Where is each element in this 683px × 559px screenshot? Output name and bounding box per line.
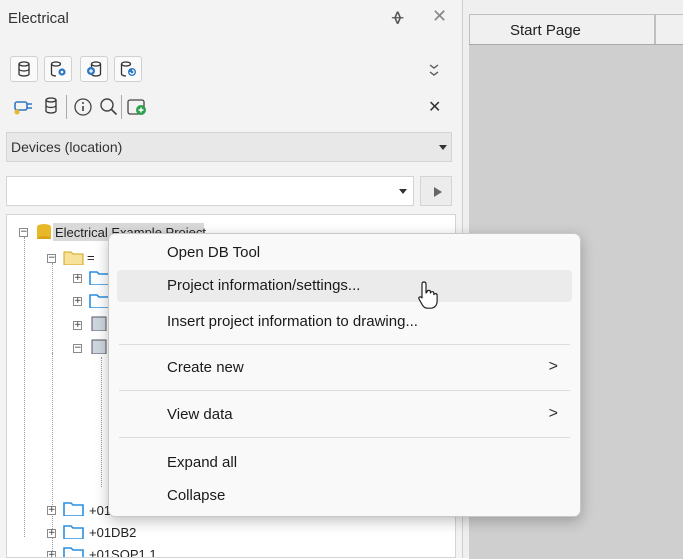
menu-item-label: Open DB Tool xyxy=(167,244,261,261)
hand-cursor-icon xyxy=(418,281,438,309)
menu-item-label: Project information/settings... xyxy=(167,277,361,294)
context-menu: Open DB Tool Project information/setting… xyxy=(108,233,581,517)
db-settings-button[interactable] xyxy=(44,56,72,82)
db-sync-icon xyxy=(87,61,102,77)
add-folder-icon xyxy=(127,99,146,115)
info-button[interactable] xyxy=(70,94,96,118)
folder-blue-icon xyxy=(63,502,84,516)
db-settings-icon xyxy=(50,61,66,77)
menu-separator xyxy=(119,390,570,391)
db-view-button[interactable] xyxy=(40,94,66,118)
pin-icon[interactable]: ᚖ xyxy=(392,8,403,26)
db-icon xyxy=(45,97,57,114)
plug-button[interactable] xyxy=(10,94,36,118)
menu-item-label: Expand all xyxy=(167,454,238,471)
folder-blue-icon xyxy=(63,525,84,539)
close-icon[interactable]: ✕ xyxy=(428,97,441,117)
search-icon xyxy=(100,98,118,116)
db-icon xyxy=(18,61,30,77)
collapse-toggle-icon[interactable]: − xyxy=(47,254,56,263)
panel-titlebar: Electrical ᚖ ✕ xyxy=(0,0,462,40)
menu-item-expand-all[interactable]: Expand all xyxy=(117,447,572,479)
menu-separator xyxy=(119,437,570,438)
expand-toggle-icon[interactable]: + xyxy=(47,506,56,515)
tree-line xyxy=(52,263,54,353)
db-refresh-button[interactable] xyxy=(114,56,142,82)
menu-item-insert-project-information[interactable]: Insert project information to drawing... xyxy=(117,306,572,338)
folder-open-icon xyxy=(63,251,84,265)
tab-start-page[interactable]: Start Page xyxy=(469,14,655,44)
menu-item-label: View data xyxy=(167,406,233,423)
db-button[interactable] xyxy=(10,56,38,82)
info-icon xyxy=(74,98,92,116)
play-arrow-icon xyxy=(434,187,442,197)
document-tabs: Start Page xyxy=(463,14,683,44)
tree-node-label[interactable]: +01SOP1.1 xyxy=(89,547,157,557)
project-db-icon xyxy=(37,224,51,239)
tree-line xyxy=(24,237,26,537)
expand-toggle-icon[interactable]: + xyxy=(47,529,56,538)
tree-line xyxy=(101,357,103,487)
close-icon[interactable]: ✕ xyxy=(432,6,447,27)
expand-toggle-icon[interactable]: + xyxy=(73,321,82,330)
view-select-value: Devices (location) xyxy=(11,139,123,155)
folder-blue-icon xyxy=(63,547,84,557)
expand-toggle-icon[interactable]: + xyxy=(47,551,56,557)
toolbar-divider xyxy=(66,95,67,119)
collapse-toolbar-button[interactable] xyxy=(422,58,448,82)
menu-item-project-information[interactable]: Project information/settings... xyxy=(117,270,572,302)
menu-separator xyxy=(119,344,570,345)
view-select[interactable]: Devices (location) xyxy=(6,132,452,162)
chevron-collapse-icon xyxy=(429,64,439,76)
menu-item-open-db-tool[interactable]: Open DB Tool xyxy=(117,237,572,269)
menu-item-view-data[interactable]: View data > xyxy=(117,399,572,431)
toolbar-divider xyxy=(121,95,122,119)
plug-icon xyxy=(14,101,32,115)
panel-title: Electrical xyxy=(8,10,69,27)
collapse-toggle-icon[interactable]: − xyxy=(19,228,28,237)
expand-toggle-icon[interactable]: + xyxy=(73,274,82,283)
menu-item-label: Collapse xyxy=(167,487,226,504)
menu-item-collapse[interactable]: Collapse xyxy=(117,480,572,512)
db-sync-button[interactable] xyxy=(80,56,108,82)
db-refresh-icon xyxy=(120,61,136,77)
menu-item-create-new[interactable]: Create new > xyxy=(117,352,572,384)
search-button[interactable] xyxy=(96,94,122,118)
search-input[interactable] xyxy=(6,176,414,206)
expand-toggle-icon[interactable]: + xyxy=(73,297,82,306)
tab-label: Start Page xyxy=(510,22,581,39)
collapse-toggle-icon[interactable]: − xyxy=(73,344,82,353)
tree-child-label: = xyxy=(87,250,95,265)
search-go-button[interactable] xyxy=(420,176,452,206)
menu-item-label: Create new xyxy=(167,359,244,376)
chevron-down-icon xyxy=(439,145,447,150)
menu-item-label: Insert project information to drawing... xyxy=(167,313,418,330)
chevron-right-icon: > xyxy=(548,358,558,375)
chevron-right-icon: > xyxy=(548,405,558,422)
chevron-down-icon[interactable] xyxy=(399,189,407,194)
add-folder-button[interactable] xyxy=(124,94,150,118)
tab-next[interactable] xyxy=(655,14,683,44)
tree-node-label[interactable]: +01DB2 xyxy=(89,525,136,540)
